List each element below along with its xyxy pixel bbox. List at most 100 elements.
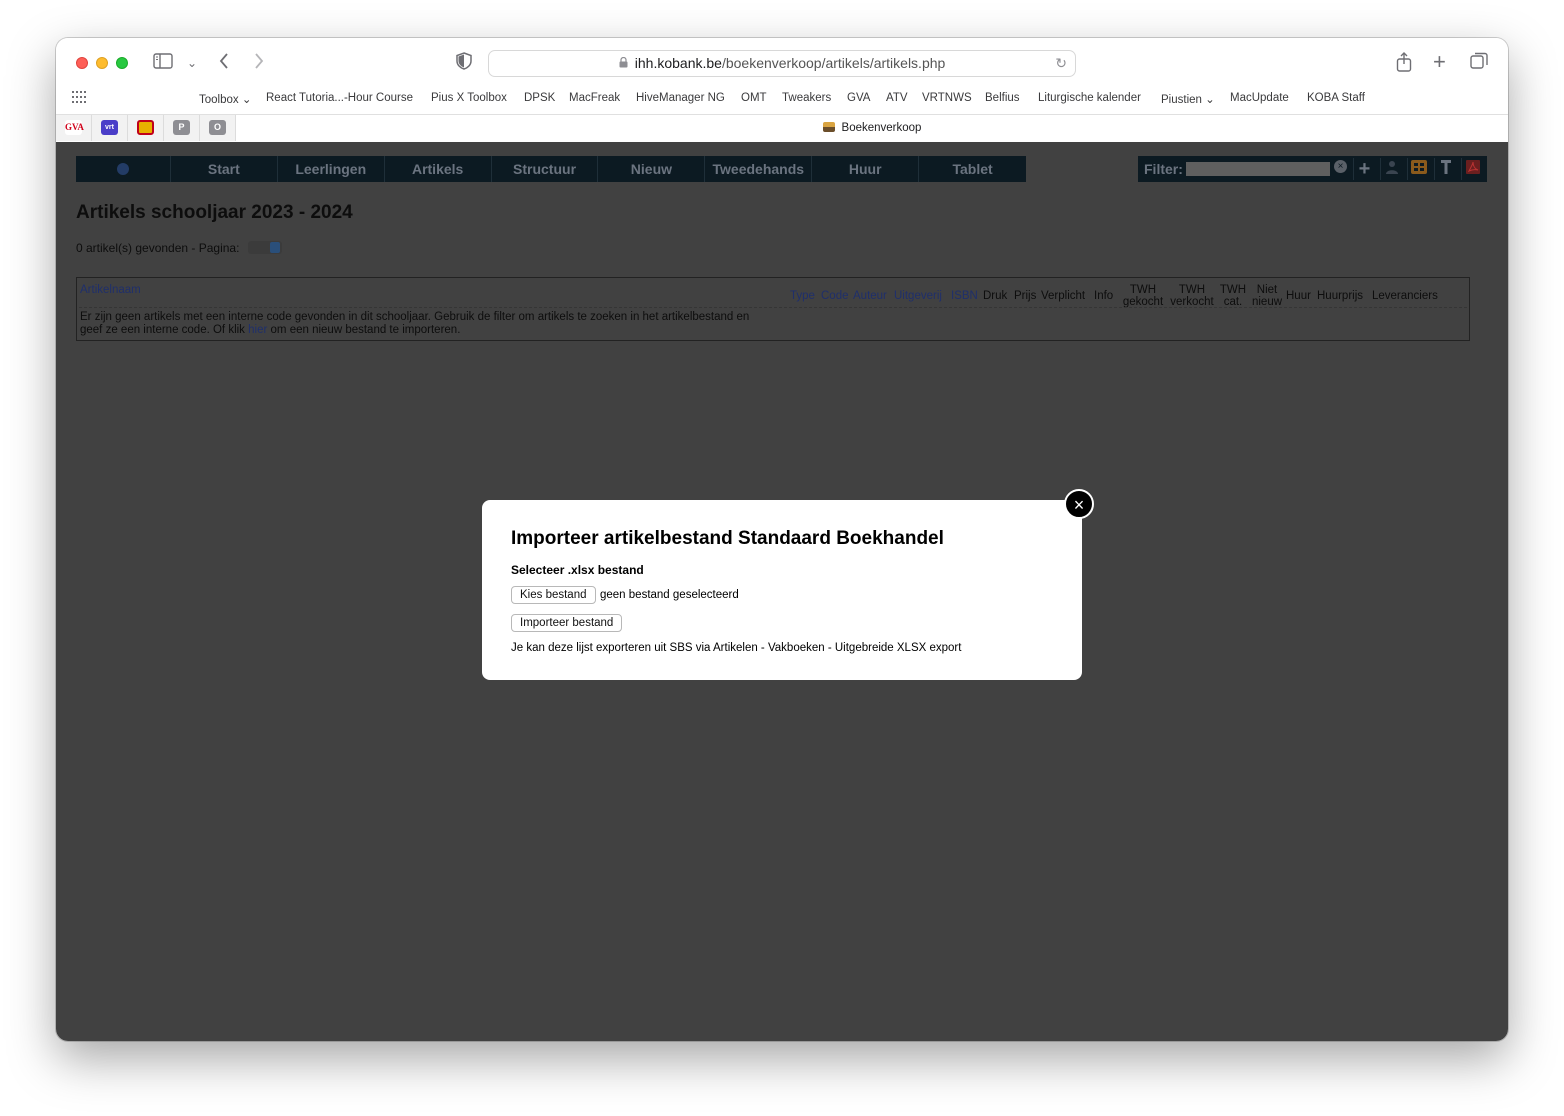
pdf-icon[interactable]	[1461, 158, 1483, 180]
bookmarks-bar: Toolbox ⌄ React Tutoria...-Hour Course P…	[56, 88, 1508, 110]
tab-boekenverkoop[interactable]: Boekenverkoop	[236, 115, 1508, 141]
bookmark-belfius[interactable]: Belfius	[985, 92, 1020, 104]
col-druk: Druk	[983, 290, 1008, 302]
pinned-tab-badge[interactable]	[128, 115, 164, 141]
user-icon[interactable]	[1380, 158, 1402, 180]
filter-input[interactable]	[1186, 162, 1330, 176]
col-twh-gekocht: TWH gekocht	[1120, 284, 1166, 308]
nav-tablet[interactable]: Tablet	[919, 156, 1026, 182]
import-link[interactable]: hier	[248, 324, 267, 336]
bookmark-vrtnws[interactable]: VRTNWS	[922, 92, 972, 104]
tab-title: Boekenverkoop	[841, 122, 922, 134]
vrt-icon: vrt	[101, 120, 118, 135]
browser-toolbar: ⌄ ihh.kobank.be/boekenverkoop/artikels/a…	[56, 38, 1508, 88]
empty-message-text-end: om een nieuw bestand te importeren.	[267, 324, 461, 336]
nav-start[interactable]: Start	[171, 156, 278, 182]
school-logo-icon	[116, 163, 129, 175]
file-status: geen bestand geselecteerd	[600, 589, 739, 601]
nav-logo[interactable]	[76, 156, 171, 182]
col-twh-gekocht-line1: TWH	[1129, 284, 1157, 296]
bookmark-hivemanager[interactable]: HiveManager NG	[636, 92, 725, 104]
col-type[interactable]: Type	[790, 290, 815, 302]
bookmark-macfreak[interactable]: MacFreak	[569, 92, 620, 104]
share-icon[interactable]	[1396, 52, 1412, 77]
bookmark-gva[interactable]: GVA	[847, 92, 870, 104]
nav-tweedehands[interactable]: Tweedehands	[705, 156, 813, 182]
col-artikelnaam[interactable]: Artikelnaam	[80, 284, 141, 296]
col-twh-cat-line1: TWH	[1219, 284, 1247, 296]
tab-overview-icon[interactable]	[1470, 52, 1488, 75]
back-icon[interactable]	[218, 52, 230, 75]
bookmark-piustien[interactable]: Piustien ⌄	[1161, 92, 1215, 106]
col-isbn[interactable]: ISBN	[951, 290, 978, 302]
bookmark-dpsk[interactable]: DPSK	[524, 92, 555, 104]
col-twh-verkocht-line1: TWH	[1178, 284, 1206, 296]
pinned-tab-vrt[interactable]: vrt	[92, 115, 128, 141]
favicon-icon	[822, 122, 835, 132]
articles-table: Artikelnaam Type Code Auteur Uitgeverij …	[76, 277, 1470, 341]
filter-bar: Filter: × +	[1138, 156, 1487, 182]
nav-leerlingen[interactable]: Leerlingen	[278, 156, 385, 182]
reload-icon[interactable]: ↻	[1055, 51, 1067, 76]
choose-file-button[interactable]: Kies bestand	[511, 586, 596, 604]
clear-filter-icon[interactable]: ×	[1334, 160, 1347, 173]
col-niet-nieuw: Niet nieuw	[1250, 284, 1284, 308]
url-path: /boekenverkoop/artikels/artikels.php	[721, 55, 946, 71]
zoom-window-button[interactable]	[116, 57, 128, 69]
bookmark-atv[interactable]: ATV	[886, 92, 908, 104]
new-tab-icon[interactable]: +	[1433, 51, 1446, 73]
bookmark-koba-staff[interactable]: KOBA Staff	[1307, 92, 1365, 104]
col-prijs: Prijs	[1014, 290, 1037, 302]
col-huur: Huur	[1286, 290, 1311, 302]
address-bar[interactable]: ihh.kobank.be/boekenverkoop/artikels/art…	[488, 50, 1076, 77]
dialog-subtitle: Selecteer .xlsx bestand	[511, 563, 644, 577]
bookmark-pius-x-toolbox[interactable]: Pius X Toolbox	[431, 92, 507, 104]
bookmark-liturgische-kalender[interactable]: Liturgische kalender	[1038, 92, 1141, 104]
add-icon[interactable]: +	[1353, 158, 1375, 180]
sidebar-icon[interactable]	[153, 52, 173, 74]
forward-icon[interactable]	[253, 52, 265, 75]
p-icon: P	[173, 120, 190, 135]
grid-icon[interactable]	[72, 91, 86, 106]
chevron-down-icon[interactable]: ⌄	[187, 52, 197, 74]
col-huurprijs: Huurprijs	[1317, 290, 1364, 302]
browser-window: ⌄ ihh.kobank.be/boekenverkoop/artikels/a…	[56, 38, 1508, 1041]
nav-huur[interactable]: Huur	[812, 156, 920, 182]
pinned-tab-p[interactable]: P	[164, 115, 200, 141]
empty-message: Er zijn geen artikels met een interne co…	[80, 311, 760, 337]
bookmark-tweakers[interactable]: Tweakers	[782, 92, 831, 104]
import-file-button[interactable]: Importeer bestand	[511, 614, 623, 632]
col-twh-cat: TWH cat.	[1219, 284, 1247, 308]
col-code[interactable]: Code	[821, 290, 849, 302]
tab-strip: GVA vrt P O Boekenverkoop	[56, 114, 1508, 141]
bookmark-toolbox[interactable]: Toolbox ⌄	[199, 92, 251, 106]
grid-export-icon[interactable]	[1407, 158, 1429, 180]
page-title: Artikels schooljaar 2023 - 2024	[76, 202, 353, 223]
close-dialog-button[interactable]: ×	[1064, 489, 1094, 519]
col-uitgeverij[interactable]: Uitgeverij	[894, 290, 942, 302]
page-stepper-icon	[269, 242, 280, 253]
minimize-window-button[interactable]	[96, 57, 108, 69]
col-leveranciers: Leveranciers	[1372, 290, 1438, 302]
nav-nieuw[interactable]: Nieuw	[598, 156, 706, 182]
nav-structuur[interactable]: Structuur	[492, 156, 599, 182]
col-verplicht: Verplicht	[1041, 290, 1086, 302]
dialog-title: Importeer artikelbestand Standaard Boekh…	[511, 528, 944, 549]
shield-icon[interactable]	[456, 52, 472, 75]
bookmark-react-tutorial[interactable]: React Tutoria...-Hour Course	[266, 92, 413, 104]
page-select[interactable]	[247, 241, 282, 254]
bookmark-omt[interactable]: OMT	[741, 92, 767, 104]
pinned-tab-o[interactable]: O	[200, 115, 236, 141]
col-auteur[interactable]: Auteur	[853, 290, 887, 302]
o-icon: O	[209, 120, 226, 135]
badge-icon	[137, 120, 154, 135]
result-count: 0 artikel(s) gevonden - Pagina:	[76, 241, 282, 255]
nav-artikels[interactable]: Artikels	[385, 156, 492, 182]
close-window-button[interactable]	[76, 57, 88, 69]
text-format-icon[interactable]	[1434, 158, 1456, 180]
import-dialog: Importeer artikelbestand Standaard Boekh…	[482, 500, 1082, 680]
filter-label: Filter:	[1144, 161, 1183, 177]
pinned-tab-gva[interactable]: GVA	[56, 115, 92, 141]
bookmark-macupdate[interactable]: MacUpdate	[1230, 92, 1289, 104]
col-niet-nieuw-line1: Niet	[1256, 284, 1278, 296]
